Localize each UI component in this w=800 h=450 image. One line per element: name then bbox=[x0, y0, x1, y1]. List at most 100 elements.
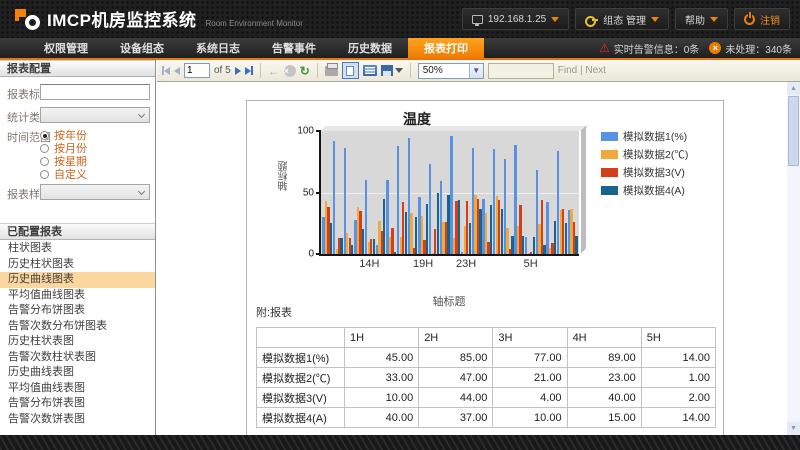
stop-button[interactable]: × bbox=[284, 65, 296, 77]
table-cell: 10.00 bbox=[493, 408, 567, 428]
logout-button[interactable]: 注销 bbox=[734, 8, 790, 30]
table-cell: 37.00 bbox=[419, 408, 493, 428]
list-item[interactable]: 告警次数分布饼图表 bbox=[0, 319, 155, 335]
legend-item: 模拟数据1(%) bbox=[601, 129, 688, 144]
nav-bar: 权限管理设备组态系统日志告警事件历史数据报表打印 ⚠ 实时告警信息：0条 × 未… bbox=[0, 38, 800, 60]
list-item[interactable]: 告警分布饼图表 bbox=[0, 303, 155, 319]
bar-group bbox=[386, 131, 397, 254]
chart-legend: 模拟数据1(%)模拟数据2(℃)模拟数据3(V)模拟数据4(A) bbox=[601, 129, 688, 198]
scroll-up-icon[interactable]: ▲ bbox=[787, 82, 800, 95]
print-button[interactable] bbox=[325, 66, 338, 76]
legend-item: 模拟数据3(V) bbox=[601, 165, 688, 180]
bar-group bbox=[418, 131, 429, 254]
nav-tab-告警事件[interactable]: 告警事件 bbox=[256, 38, 332, 58]
find-input[interactable] bbox=[488, 63, 554, 79]
y-tick-mark bbox=[316, 253, 321, 255]
list-item[interactable]: 告警次数柱状表图 bbox=[0, 350, 155, 366]
y-tick-mark bbox=[316, 130, 321, 132]
scroll-down-icon[interactable]: ▼ bbox=[787, 422, 800, 435]
time-range-option-自定义[interactable]: 自定义 bbox=[40, 166, 87, 182]
report-canvas: 温度 轴标题 05010014H19H23H5H 轴标题 模拟数据1(%)模拟数… bbox=[157, 82, 787, 435]
bar-group bbox=[482, 131, 493, 254]
config-manage-button[interactable]: 组态 管理 bbox=[575, 8, 669, 30]
table-header: 4H bbox=[567, 328, 641, 348]
stat-type-select[interactable] bbox=[40, 107, 150, 123]
report-table: 1H2H3H4H5H模拟数据1(%)45.0085.0077.0089.0014… bbox=[256, 327, 716, 428]
table-cell: 4.00 bbox=[493, 388, 567, 408]
table-cell: 85.00 bbox=[419, 348, 493, 368]
list-item[interactable]: 历史曲线表图 bbox=[0, 365, 155, 381]
y-tick-label: 0 bbox=[308, 249, 314, 260]
table-cell: 77.00 bbox=[493, 348, 567, 368]
page-number-input[interactable] bbox=[184, 63, 210, 78]
list-item[interactable]: 历史柱状图表 bbox=[0, 257, 155, 273]
table-row: 模拟数据4(A)40.0037.0010.0015.0014.00 bbox=[257, 408, 716, 428]
list-item[interactable]: 告警分布饼表图 bbox=[0, 396, 155, 412]
app-window: IMCP机房监控系统 Room Environment Monitor 192.… bbox=[0, 0, 800, 450]
alert-triangle-icon: ⚠ bbox=[599, 42, 610, 54]
find-button[interactable]: Find bbox=[558, 65, 577, 76]
report-title-input[interactable] bbox=[40, 84, 150, 100]
list-item[interactable]: 平均值曲线表图 bbox=[0, 381, 155, 397]
page-setup-button[interactable] bbox=[363, 65, 377, 76]
row-label: 模拟数据1(%) bbox=[257, 348, 345, 368]
back-button[interactable]: ← bbox=[268, 65, 280, 77]
chevron-down-icon bbox=[710, 17, 718, 22]
table-cell: 33.00 bbox=[345, 368, 419, 388]
nav-tab-历史数据[interactable]: 历史数据 bbox=[332, 38, 408, 58]
config-manage-label: 组态 管理 bbox=[603, 12, 646, 27]
x-tick-label: 19H bbox=[413, 258, 433, 270]
bar-group bbox=[354, 131, 365, 254]
nav-tab-系统日志[interactable]: 系统日志 bbox=[180, 38, 256, 58]
attachment-label: 附:报表 bbox=[256, 304, 292, 320]
y-tick-label: 50 bbox=[303, 187, 314, 198]
next-page-button[interactable] bbox=[235, 67, 241, 75]
bar-group bbox=[461, 131, 472, 254]
legend-item: 模拟数据4(A) bbox=[601, 183, 688, 198]
zoom-select[interactable]: 50%▼ bbox=[418, 63, 484, 79]
print-layout-toggle[interactable] bbox=[342, 62, 359, 79]
nav-tab-设备组态[interactable]: 设备组态 bbox=[104, 38, 180, 58]
help-button[interactable]: 帮助 bbox=[675, 8, 728, 30]
nav-tab-报表打印[interactable]: 报表打印 bbox=[408, 38, 484, 58]
bar-group bbox=[397, 131, 408, 254]
report-config-panel-title: 报表配置 bbox=[0, 60, 155, 77]
report-page: 温度 轴标题 05010014H19H23H5H 轴标题 模拟数据1(%)模拟数… bbox=[246, 100, 724, 435]
radio-icon bbox=[40, 144, 49, 153]
y-tick-label: 100 bbox=[297, 126, 314, 137]
report-style-select[interactable] bbox=[40, 184, 150, 200]
vertical-scrollbar[interactable]: ▲ ▼ bbox=[787, 82, 800, 435]
first-page-button[interactable] bbox=[162, 66, 170, 75]
table-cell: 14.00 bbox=[641, 408, 715, 428]
ip-button[interactable]: 192.168.1.25 bbox=[462, 8, 569, 30]
x-tick-label: 14H bbox=[359, 258, 379, 270]
list-item[interactable]: 历史柱状表图 bbox=[0, 334, 155, 350]
bar-group bbox=[365, 131, 376, 254]
list-item[interactable]: 平均值曲线图表 bbox=[0, 288, 155, 304]
last-page-button[interactable] bbox=[245, 66, 253, 75]
bar-group bbox=[493, 131, 504, 254]
prev-page-button[interactable] bbox=[174, 67, 180, 75]
list-item[interactable]: 告警次数饼表图 bbox=[0, 412, 155, 428]
chevron-down-icon: ▼ bbox=[469, 64, 483, 78]
refresh-button[interactable]: ↻ bbox=[300, 65, 310, 77]
list-item[interactable]: 柱状图表 bbox=[0, 241, 155, 257]
bar-group bbox=[322, 131, 333, 254]
nav-tab-权限管理[interactable]: 权限管理 bbox=[28, 38, 104, 58]
logo: IMCP机房监控系统 Room Environment Monitor bbox=[14, 6, 303, 31]
list-item[interactable]: 历史曲线图表 bbox=[0, 272, 155, 288]
scrollbar-thumb[interactable] bbox=[788, 96, 799, 166]
table-cell: 47.00 bbox=[419, 368, 493, 388]
legend-swatch-icon bbox=[601, 150, 618, 159]
printer-icon bbox=[325, 66, 338, 76]
bar-group bbox=[525, 131, 536, 254]
table-cell: 89.00 bbox=[567, 348, 641, 368]
export-button[interactable] bbox=[381, 65, 403, 76]
x-tick-label: 5H bbox=[524, 258, 538, 270]
configured-reports-list: 柱状图表历史柱状图表历史曲线图表平均值曲线图表告警分布饼图表告警次数分布饼图表历… bbox=[0, 241, 155, 435]
row-label: 模拟数据3(V) bbox=[257, 388, 345, 408]
find-next-button[interactable]: Next bbox=[585, 65, 606, 76]
bar bbox=[450, 136, 452, 254]
bar-group bbox=[471, 131, 482, 254]
chevron-down-icon bbox=[138, 111, 145, 118]
